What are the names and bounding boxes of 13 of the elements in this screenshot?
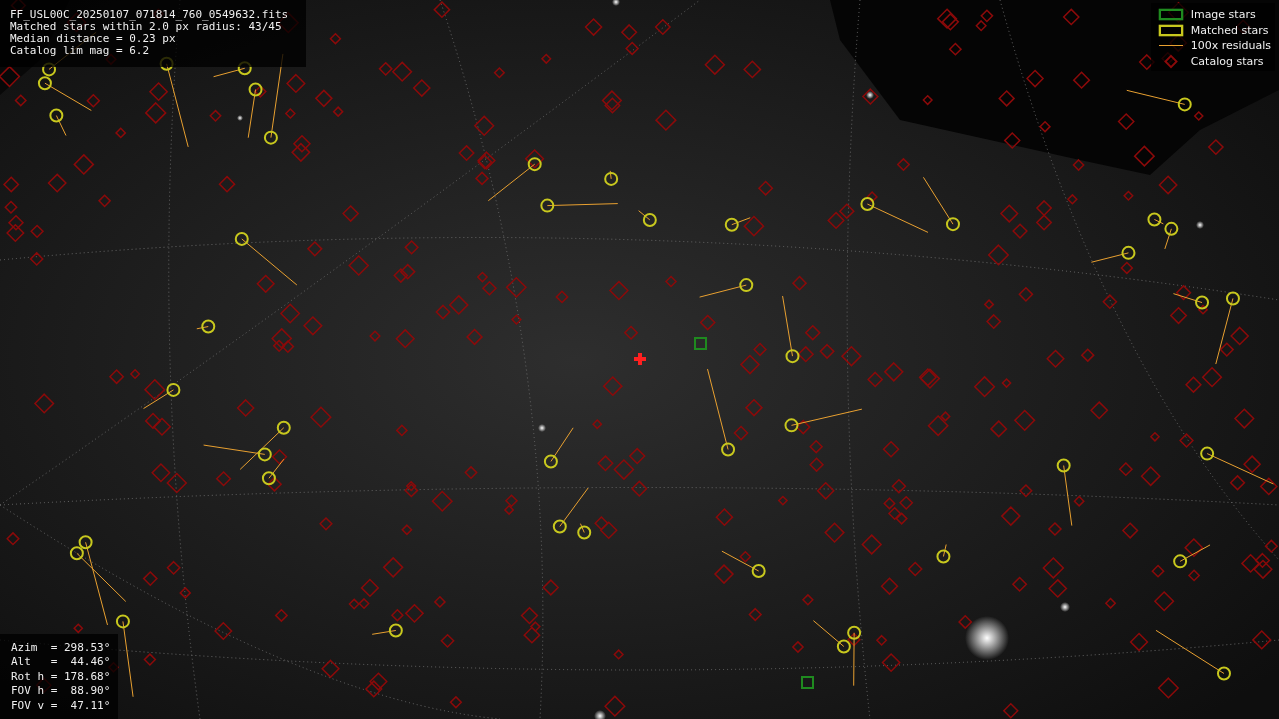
pointing-text: Alt = 44.46° (11, 655, 111, 670)
info-text: FF_USL00C_20250107_071814_760_0549632.fits (10, 9, 290, 21)
pointing-text: Azim = 298.53° (11, 640, 111, 655)
pointing-text: FOV h = 88.90° (11, 684, 111, 699)
info-text: Matched stars within 2.0 px radius: 43/45 (10, 21, 282, 33)
legend-label: 100x residuals (1190, 39, 1271, 53)
legend-label: Matched stars (1190, 23, 1269, 37)
legend-label: Catalog stars (1190, 54, 1264, 68)
pointing-text: FOV v = 47.11° (11, 698, 111, 713)
info-text: Catalog lim mag = 6.2 (10, 45, 151, 57)
pointing-text: Rot h = 178.68° (11, 669, 111, 684)
legend-label: Image stars (1190, 8, 1256, 22)
info-text: Median distance = 0.23 px (10, 33, 177, 45)
